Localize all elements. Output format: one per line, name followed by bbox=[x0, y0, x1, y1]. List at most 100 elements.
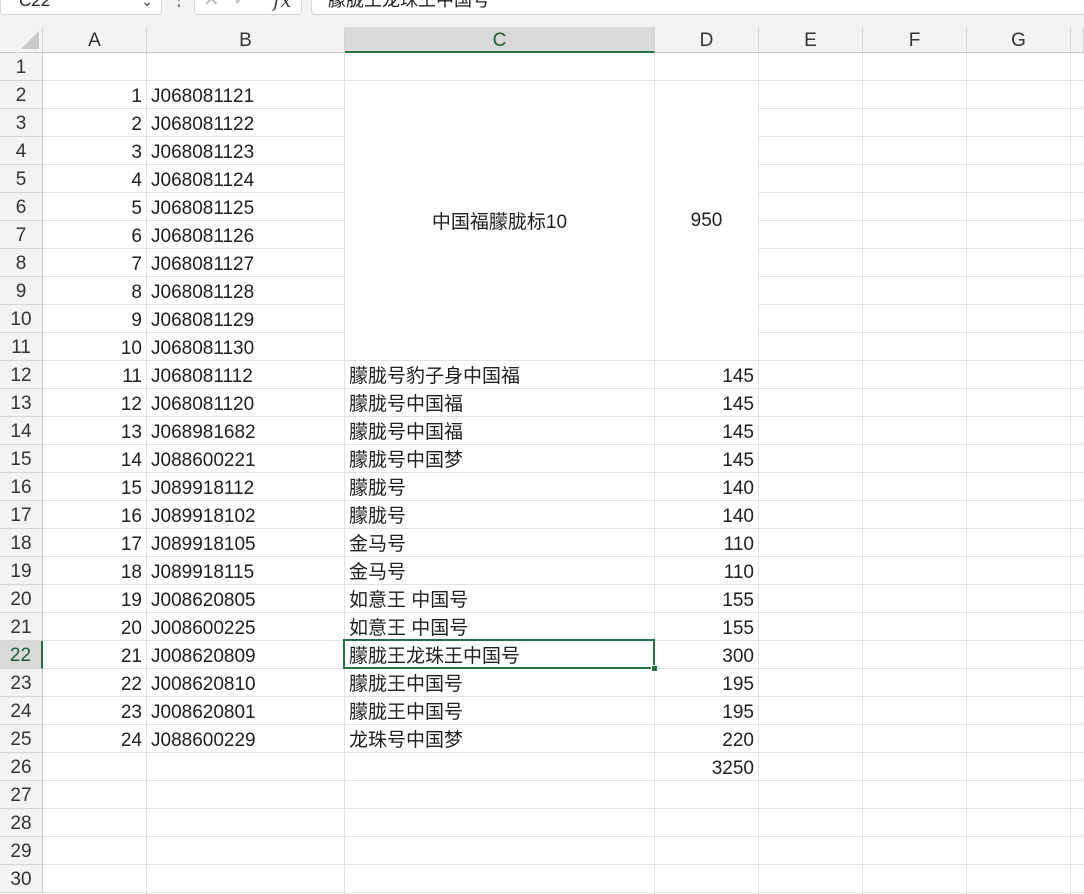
cell-b23[interactable]: J008620810 bbox=[147, 669, 344, 696]
cell-c13[interactable]: 朦胧号中国福 bbox=[345, 389, 654, 416]
cell-c17[interactable]: 朦胧号 bbox=[345, 501, 654, 528]
row-header-21[interactable]: 21 bbox=[0, 613, 43, 641]
cell-b3[interactable]: J068081122 bbox=[147, 109, 344, 136]
cell-a21[interactable]: 20 bbox=[43, 613, 146, 640]
cell-b12[interactable]: J068081112 bbox=[147, 361, 344, 388]
cell-d21[interactable]: 155 bbox=[655, 613, 758, 640]
row-header-12[interactable]: 12 bbox=[0, 361, 43, 389]
cell-a3[interactable]: 2 bbox=[43, 109, 146, 136]
cell-d12[interactable]: 145 bbox=[655, 361, 758, 388]
cell-b19[interactable]: J089918115 bbox=[147, 557, 344, 584]
cell-b8[interactable]: J068081127 bbox=[147, 249, 344, 276]
row-header-7[interactable]: 7 bbox=[0, 221, 43, 249]
cell-c15[interactable]: 朦胧号中国梦 bbox=[345, 445, 654, 472]
cell-b21[interactable]: J008600225 bbox=[147, 613, 344, 640]
cell-b20[interactable]: J008620805 bbox=[147, 585, 344, 612]
cell-b9[interactable]: J068081128 bbox=[147, 277, 344, 304]
column-header-g[interactable]: G bbox=[967, 27, 1071, 53]
cell-a9[interactable]: 8 bbox=[43, 277, 146, 304]
cell-a6[interactable]: 5 bbox=[43, 193, 146, 220]
row-header-22[interactable]: 22 bbox=[0, 641, 43, 669]
cell-b22[interactable]: J008620809 bbox=[147, 641, 344, 668]
cell-c12[interactable]: 朦胧号豹子身中国福 bbox=[345, 361, 654, 388]
cell-d19[interactable]: 110 bbox=[655, 557, 758, 584]
more-options-icon[interactable]: ⋮ bbox=[170, 0, 188, 10]
cell-b6[interactable]: J068081125 bbox=[147, 193, 344, 220]
cell-a8[interactable]: 7 bbox=[43, 249, 146, 276]
cancel-icon[interactable]: ✕ bbox=[203, 0, 220, 12]
cell-a24[interactable]: 23 bbox=[43, 697, 146, 724]
cell-a23[interactable]: 22 bbox=[43, 669, 146, 696]
merged-cell-c2-c11[interactable]: 中国福朦胧标10 bbox=[345, 81, 654, 360]
cell-b13[interactable]: J068081120 bbox=[147, 389, 344, 416]
confirm-icon[interactable]: ✓ bbox=[233, 0, 247, 12]
cell-d16[interactable]: 140 bbox=[655, 473, 758, 500]
column-header-c[interactable]: C bbox=[345, 27, 655, 53]
cell-b24[interactable]: J008620801 bbox=[147, 697, 344, 724]
cell-b5[interactable]: J068081124 bbox=[147, 165, 344, 192]
column-header-e[interactable]: E bbox=[759, 27, 863, 53]
cell-b25[interactable]: J088600229 bbox=[147, 725, 344, 752]
cell-a5[interactable]: 4 bbox=[43, 165, 146, 192]
cell-a17[interactable]: 16 bbox=[43, 501, 146, 528]
cell-d18[interactable]: 110 bbox=[655, 529, 758, 556]
cell-b10[interactable]: J068081129 bbox=[147, 305, 344, 332]
cell-a19[interactable]: 18 bbox=[43, 557, 146, 584]
merged-cell-d2-d11[interactable]: 950 bbox=[655, 81, 758, 360]
cell-c16[interactable]: 朦胧号 bbox=[345, 473, 654, 500]
column-header-b[interactable]: B bbox=[147, 27, 345, 53]
row-header-16[interactable]: 16 bbox=[0, 473, 43, 501]
cell-b7[interactable]: J068081126 bbox=[147, 221, 344, 248]
row-header-4[interactable]: 4 bbox=[0, 137, 43, 165]
cell-c14[interactable]: 朦胧号中国福 bbox=[345, 417, 654, 444]
cell-a4[interactable]: 3 bbox=[43, 137, 146, 164]
cell-a14[interactable]: 13 bbox=[43, 417, 146, 444]
cell-d22[interactable]: 300 bbox=[655, 641, 758, 668]
row-header-13[interactable]: 13 bbox=[0, 389, 43, 417]
row-header-15[interactable]: 15 bbox=[0, 445, 43, 473]
row-header-28[interactable]: 28 bbox=[0, 809, 43, 837]
formula-input[interactable]: 朦胧王龙珠王中国号 bbox=[311, 0, 1084, 15]
cell-b17[interactable]: J089918102 bbox=[147, 501, 344, 528]
row-header-5[interactable]: 5 bbox=[0, 165, 43, 193]
column-header-h[interactable] bbox=[1071, 27, 1084, 53]
cell-d25[interactable]: 220 bbox=[655, 725, 758, 752]
cell-c25[interactable]: 龙珠号中国梦 bbox=[345, 725, 654, 752]
select-all-button[interactable] bbox=[0, 27, 43, 53]
row-header-17[interactable]: 17 bbox=[0, 501, 43, 529]
cell-d17[interactable]: 140 bbox=[655, 501, 758, 528]
row-header-27[interactable]: 27 bbox=[0, 781, 43, 809]
row-header-9[interactable]: 9 bbox=[0, 277, 43, 305]
row-header-25[interactable]: 25 bbox=[0, 725, 43, 753]
cell-c23[interactable]: 朦胧王中国号 bbox=[345, 669, 654, 696]
cell-b4[interactable]: J068081123 bbox=[147, 137, 344, 164]
cell-a22[interactable]: 21 bbox=[43, 641, 146, 668]
cell-b16[interactable]: J089918112 bbox=[147, 473, 344, 500]
row-header-29[interactable]: 29 bbox=[0, 837, 43, 865]
row-header-19[interactable]: 19 bbox=[0, 557, 43, 585]
row-header-3[interactable]: 3 bbox=[0, 109, 43, 137]
cell-a2[interactable]: 1 bbox=[43, 81, 146, 108]
cell-c20[interactable]: 如意王 中国号 bbox=[345, 585, 654, 612]
cell-d20[interactable]: 155 bbox=[655, 585, 758, 612]
row-header-6[interactable]: 6 bbox=[0, 193, 43, 221]
cell-d15[interactable]: 145 bbox=[655, 445, 758, 472]
cell-a20[interactable]: 19 bbox=[43, 585, 146, 612]
cell-c24[interactable]: 朦胧王中国号 bbox=[345, 697, 654, 724]
row-header-11[interactable]: 11 bbox=[0, 333, 43, 361]
cell-d26-total[interactable]: 3250 bbox=[655, 753, 758, 780]
row-header-24[interactable]: 24 bbox=[0, 697, 43, 725]
cell-a25[interactable]: 24 bbox=[43, 725, 146, 752]
row-header-14[interactable]: 14 bbox=[0, 417, 43, 445]
cell-a7[interactable]: 6 bbox=[43, 221, 146, 248]
cell-b11[interactable]: J068081130 bbox=[147, 333, 344, 360]
column-header-a[interactable]: A bbox=[43, 27, 147, 53]
cell-b2[interactable]: J068081121 bbox=[147, 81, 344, 108]
cell-d14[interactable]: 145 bbox=[655, 417, 758, 444]
column-header-d[interactable]: D bbox=[655, 27, 759, 53]
cell-c18[interactable]: 金马号 bbox=[345, 529, 654, 556]
row-header-30[interactable]: 30 bbox=[0, 865, 43, 893]
cell-d13[interactable]: 145 bbox=[655, 389, 758, 416]
cell-c19[interactable]: 金马号 bbox=[345, 557, 654, 584]
cell-a12[interactable]: 11 bbox=[43, 361, 146, 388]
